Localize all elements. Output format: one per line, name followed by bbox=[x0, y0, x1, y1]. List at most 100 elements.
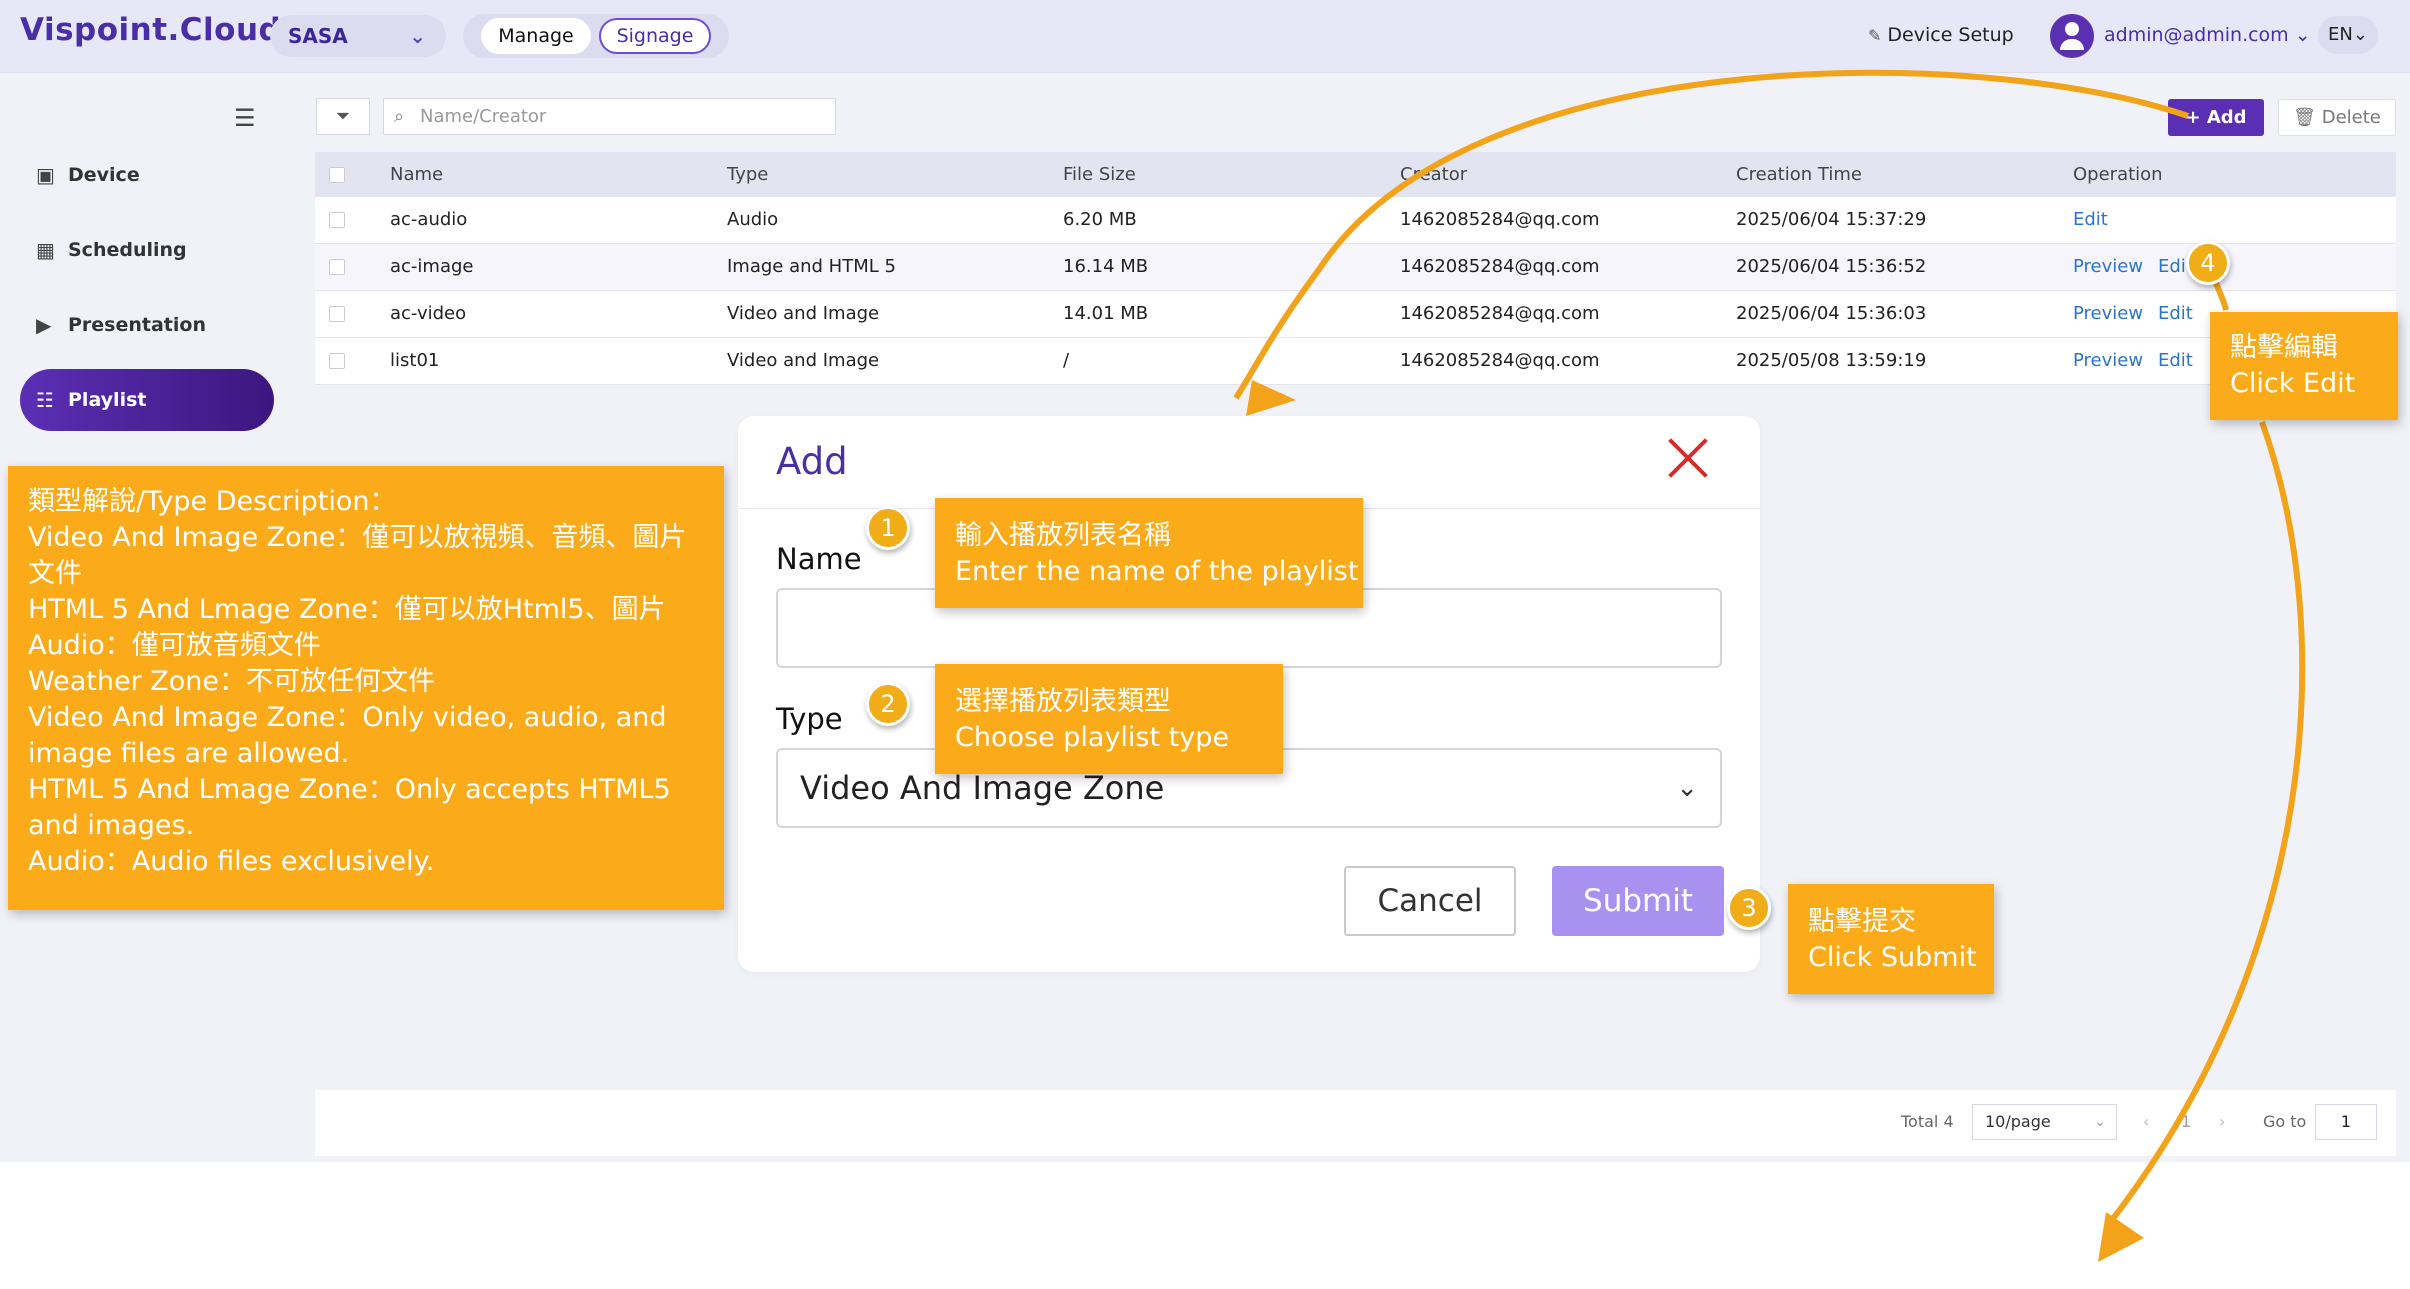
next-page-icon[interactable]: › bbox=[2219, 1112, 2225, 1131]
sidebar-item-scheduling[interactable]: ▦ Scheduling bbox=[20, 219, 274, 281]
playlist-icon: ☷ bbox=[36, 388, 54, 412]
select-all-checkbox[interactable] bbox=[329, 167, 345, 183]
trash-icon: 🗑 bbox=[2293, 107, 2316, 128]
callout-line: Video And Image Zone：Only video, audio, … bbox=[28, 702, 667, 769]
submit-button[interactable]: Submit bbox=[1552, 866, 1724, 936]
language-select[interactable]: EN⌄ bbox=[2318, 16, 2378, 54]
cell-creator: 1462085284@qq.com bbox=[1400, 303, 1600, 324]
row-checkbox[interactable] bbox=[329, 306, 345, 322]
user-menu[interactable]: admin@admin.com ⌄ bbox=[2104, 24, 2311, 46]
sidebar-item-device[interactable]: ▣ Device bbox=[20, 144, 274, 206]
chevron-down-icon: ⌄ bbox=[2094, 1114, 2106, 1130]
cell-name: ac-audio bbox=[390, 209, 468, 230]
cell-creator: 1462085284@qq.com bbox=[1400, 350, 1600, 371]
avatar[interactable] bbox=[2050, 14, 2094, 58]
filter-button[interactable]: ⏷ bbox=[316, 98, 370, 135]
callout-zh: 點擊提交 bbox=[1808, 906, 1916, 937]
callout-en: Click Submit bbox=[1808, 942, 1977, 973]
top-header: Vispoint.Cloud SASA ⌄ Manage Signage ✎ De… bbox=[0, 0, 2410, 73]
callout-line: Video And Image Zone：僅可以放視頻、音頻、圖片文件 bbox=[28, 522, 687, 589]
cell-size: 6.20 MB bbox=[1063, 209, 1137, 230]
close-icon[interactable] bbox=[1666, 436, 1710, 480]
edit-link[interactable]: Edit bbox=[2158, 338, 2193, 384]
manage-mode-button[interactable]: Manage bbox=[481, 18, 591, 54]
page-size-select[interactable]: 10/page ⌄ bbox=[1972, 1104, 2117, 1140]
goto-label: Go to bbox=[2263, 1112, 2307, 1131]
cell-time: 2025/06/04 15:37:29 bbox=[1736, 209, 1927, 230]
device-setup-link[interactable]: ✎ Device Setup bbox=[1868, 24, 2014, 46]
preview-link[interactable]: Preview bbox=[2073, 291, 2143, 337]
column-header: Creation Time bbox=[1736, 164, 1862, 185]
filter-icon: ⏷ bbox=[335, 106, 351, 127]
pagination: Total 4 10/page ⌄ ‹ 1 › Go to 1 bbox=[315, 1090, 2396, 1156]
table-row: ac-image Image and HTML 5 16.14 MB 14620… bbox=[315, 244, 2396, 291]
delete-button[interactable]: 🗑 Delete bbox=[2278, 99, 2396, 136]
callout-line: HTML 5 And Lmage Zone：Only accepts HTML5… bbox=[28, 774, 671, 841]
delete-label: Delete bbox=[2321, 107, 2381, 128]
cell-type: Image and HTML 5 bbox=[727, 256, 896, 277]
name-label: Name bbox=[776, 542, 862, 576]
callout-en: Choose playlist type bbox=[955, 722, 1229, 753]
sidebar-item-label: Scheduling bbox=[68, 239, 187, 261]
goto-page-input[interactable]: 1 bbox=[2315, 1104, 2377, 1140]
menu-collapse-icon[interactable]: ☰ bbox=[234, 104, 256, 132]
type-description-callout: 類型解說/Type Description： Video And Image Z… bbox=[8, 466, 724, 910]
step3-callout: 點擊提交 Click Submit bbox=[1788, 884, 1994, 994]
page-number[interactable]: 1 bbox=[2181, 1112, 2191, 1131]
mode-switch: Manage Signage bbox=[463, 14, 729, 58]
column-header: Name bbox=[390, 164, 444, 185]
tenant-select[interactable]: SASA ⌄ bbox=[270, 15, 446, 57]
callout-zh: 選擇播放列表類型 bbox=[955, 686, 1171, 717]
edit-link[interactable]: Edit bbox=[2073, 197, 2108, 243]
edit-link[interactable]: Edit bbox=[2158, 291, 2193, 337]
column-header: File Size bbox=[1063, 164, 1136, 185]
search-input[interactable]: ⌕ Name/Creator bbox=[383, 98, 836, 135]
cell-name: ac-image bbox=[390, 256, 474, 277]
signage-mode-button[interactable]: Signage bbox=[599, 18, 711, 54]
row-checkbox[interactable] bbox=[329, 259, 345, 275]
step1-badge: 1 bbox=[866, 506, 910, 550]
cell-type: Video and Image bbox=[727, 350, 880, 371]
callout-line: 類型解說/Type Description： bbox=[28, 486, 397, 517]
device-setup-label: Device Setup bbox=[1887, 24, 2014, 46]
table-row: ac-audio Audio 6.20 MB 1462085284@qq.com… bbox=[315, 197, 2396, 244]
cell-size: 14.01 MB bbox=[1063, 303, 1149, 324]
cell-type: Audio bbox=[727, 209, 779, 230]
calendar-icon: ▦ bbox=[36, 238, 55, 262]
row-checkbox[interactable] bbox=[329, 353, 345, 369]
search-placeholder: Name/Creator bbox=[420, 106, 547, 127]
step4-callout: 點擊編輯 Click Edit bbox=[2210, 312, 2398, 420]
callout-zh: 點擊編輯 bbox=[2230, 332, 2338, 363]
sidebar-item-playlist[interactable]: ☷ Playlist bbox=[20, 369, 274, 431]
plus-icon: + bbox=[2185, 107, 2201, 128]
callout-en: Enter the name of the playlist bbox=[955, 556, 1359, 587]
cell-type: Video and Image bbox=[727, 303, 880, 324]
callout-zh: 輸入播放列表名稱 bbox=[955, 520, 1171, 551]
add-label: Add bbox=[2206, 107, 2247, 128]
cell-time: 2025/06/04 15:36:52 bbox=[1736, 256, 1927, 277]
step4-badge: 4 bbox=[2186, 241, 2230, 285]
preview-link[interactable]: Preview bbox=[2073, 244, 2143, 290]
column-header: Creator bbox=[1400, 164, 1468, 185]
callout-line: Audio：僅可放音頻文件 bbox=[28, 630, 321, 661]
type-select-value: Video And Image Zone bbox=[800, 769, 1165, 807]
callout-line: HTML 5 And Lmage Zone：僅可以放Html5、圖片 bbox=[28, 594, 666, 625]
cell-creator: 1462085284@qq.com bbox=[1400, 256, 1600, 277]
table-row: ac-video Video and Image 14.01 MB 146208… bbox=[315, 291, 2396, 338]
step2-callout: 選擇播放列表類型 Choose playlist type bbox=[935, 664, 1283, 774]
page-size-label: 10/page bbox=[1985, 1112, 2051, 1131]
dialog-title: Add bbox=[776, 440, 848, 483]
preview-link[interactable]: Preview bbox=[2073, 338, 2143, 384]
table-header: Name Type File Size Creator Creation Tim… bbox=[315, 152, 2396, 197]
chevron-down-icon: ⌄ bbox=[1676, 773, 1698, 803]
row-checkbox[interactable] bbox=[329, 212, 345, 228]
add-button[interactable]: + Add bbox=[2168, 99, 2264, 136]
cancel-button[interactable]: Cancel bbox=[1344, 866, 1516, 936]
callout-line: Weather Zone：不可放任何文件 bbox=[28, 666, 436, 697]
arrow-head bbox=[2098, 1212, 2144, 1262]
prev-page-icon[interactable]: ‹ bbox=[2143, 1112, 2149, 1131]
cell-time: 2025/05/08 13:59:19 bbox=[1736, 350, 1927, 371]
device-icon: ▣ bbox=[36, 163, 55, 187]
tenant-label: SASA bbox=[288, 24, 348, 48]
sidebar-item-presentation[interactable]: ▶ Presentation bbox=[20, 294, 274, 356]
